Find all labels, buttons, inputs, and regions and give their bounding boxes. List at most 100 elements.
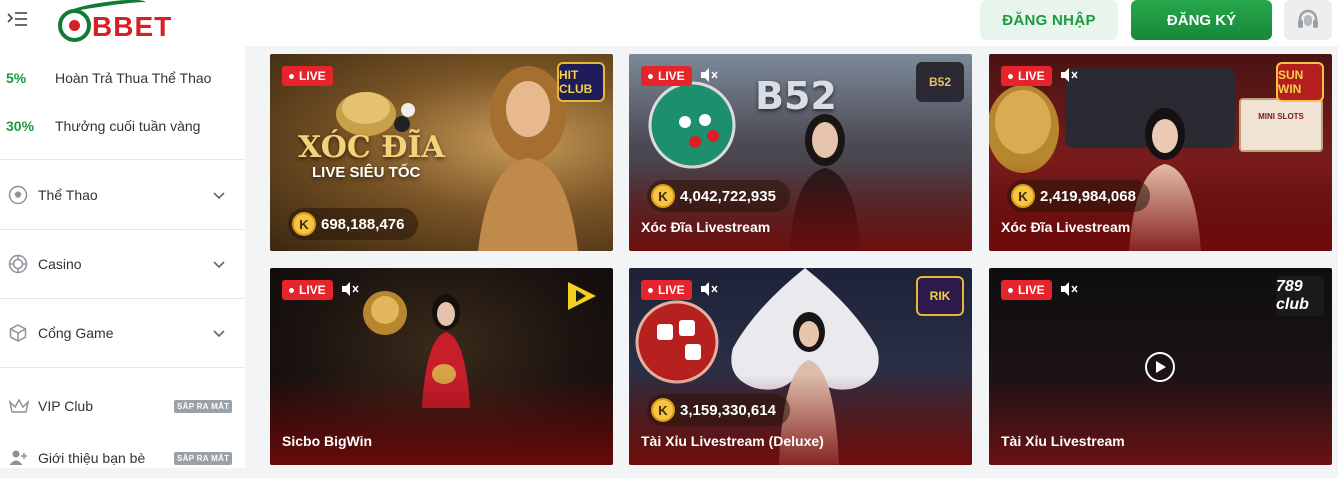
add-user-icon bbox=[9, 450, 27, 465]
sidebar-item-label: Cổng Game bbox=[38, 325, 114, 341]
divider bbox=[0, 229, 245, 230]
chevron-down-icon[interactable] bbox=[212, 257, 226, 271]
sidebar-item-label: Casino bbox=[38, 256, 82, 272]
mute-icon[interactable] bbox=[699, 65, 719, 85]
promo-percent: 5% bbox=[6, 70, 27, 86]
provider-logo: RIK bbox=[916, 276, 964, 316]
casino-chip-icon bbox=[8, 254, 28, 274]
logo-ball-icon bbox=[58, 9, 91, 42]
soccer-ball-icon bbox=[8, 185, 28, 205]
support-button[interactable] bbox=[1284, 0, 1332, 40]
provider-logo: 789 club bbox=[1276, 276, 1324, 316]
card-title: Tài Xỉu Livestream (Deluxe) bbox=[641, 433, 824, 449]
live-label: LIVE bbox=[1018, 283, 1045, 297]
live-badge: LIVE bbox=[641, 66, 692, 86]
login-button[interactable]: ĐĂNG NHẬP bbox=[980, 0, 1118, 40]
game-card-sunwin-xoc-dia[interactable]: MINI SLOTS SUN WIN LIVE K 2,419,984,068 … bbox=[989, 54, 1332, 251]
logo[interactable]: BBET bbox=[56, 0, 178, 44]
jackpot-value: 3,159,330,614 bbox=[680, 401, 776, 419]
jackpot-counter: K 698,188,476 bbox=[288, 208, 419, 240]
coming-soon-badge: SẮP RA MẮT bbox=[174, 399, 233, 413]
k-coin-icon: K bbox=[651, 184, 675, 208]
game-card-sicbo-bigwin[interactable]: LIVE Sicbo BigWin bbox=[270, 268, 613, 465]
sidebar-item-label: VIP Club bbox=[38, 398, 93, 414]
sidebar: 5% Hoàn Trả Thua Thể Thao 30% Thưởng cuố… bbox=[0, 46, 245, 468]
card-art-title: XÓC ĐĨA bbox=[298, 130, 445, 165]
live-label: LIVE bbox=[299, 283, 326, 297]
live-dot-icon bbox=[1008, 287, 1013, 293]
promo-label: Thưởng cuối tuần vàng bbox=[55, 118, 201, 134]
card-title: Tài Xỉu Livestream bbox=[1001, 433, 1125, 449]
promo-percent: 30% bbox=[6, 118, 35, 134]
mute-icon[interactable] bbox=[1059, 279, 1079, 299]
live-dot-icon bbox=[648, 287, 653, 293]
live-dot-icon bbox=[289, 73, 294, 79]
card-title: Xóc Đĩa Livestream bbox=[1001, 219, 1131, 235]
live-badge: LIVE bbox=[282, 280, 333, 300]
jackpot-value: 4,042,722,935 bbox=[680, 187, 776, 205]
mute-icon[interactable] bbox=[699, 279, 719, 299]
play-triangle-icon bbox=[1156, 361, 1166, 373]
dice-plate-icon bbox=[635, 300, 719, 384]
live-badge: LIVE bbox=[1001, 280, 1052, 300]
sidebar-item-label: Thể Thao bbox=[38, 187, 98, 203]
jackpot-value: 698,188,476 bbox=[321, 215, 405, 233]
chevron-down-icon[interactable] bbox=[212, 188, 226, 202]
jackpot-counter: K 2,419,984,068 bbox=[1007, 180, 1150, 212]
game-card-b52-xoc-dia[interactable]: B52 B52 LIVE K 4,042,722,935 Xóc Đĩa Liv… bbox=[629, 54, 972, 251]
game-card-tai-xiu-deluxe[interactable]: RIK LIVE K 3,159,330,614 Tài Xỉu Livestr… bbox=[629, 268, 972, 465]
mini-slots-panel: MINI SLOTS bbox=[1239, 98, 1323, 152]
live-label: LIVE bbox=[299, 69, 326, 83]
sidebar-item-refer-friend[interactable]: Giới thiệu bạn bè SẮP RA MẮT bbox=[0, 438, 245, 478]
headset-icon bbox=[1298, 9, 1318, 28]
promo-item-weekend-bonus[interactable]: 30% Thưởng cuối tuần vàng bbox=[0, 108, 245, 144]
cube-icon bbox=[9, 324, 27, 342]
sidebar-item-label: Giới thiệu bạn bè bbox=[38, 450, 146, 466]
jackpot-value: 2,419,984,068 bbox=[1040, 187, 1136, 205]
game-card-xoc-dia-sieu-toc[interactable]: XÓC ĐĨA LIVE SIÊU TỐC HIT CLUB LIVE K 69… bbox=[270, 54, 613, 251]
provider-logo: HIT CLUB bbox=[557, 62, 605, 102]
live-dot-icon bbox=[1008, 73, 1013, 79]
chevron-down-icon[interactable] bbox=[212, 326, 226, 340]
card-art-subtitle: LIVE SIÊU TỐC bbox=[312, 164, 421, 181]
provider-logo-icon bbox=[568, 282, 596, 310]
live-badge: LIVE bbox=[282, 66, 333, 86]
logo-text: BBET bbox=[92, 11, 173, 42]
k-coin-icon: K bbox=[651, 398, 675, 422]
live-badge: LIVE bbox=[641, 280, 692, 300]
live-dot-icon bbox=[648, 73, 653, 79]
sicbo-bowl-icon bbox=[363, 291, 407, 335]
live-dot-icon bbox=[289, 287, 294, 293]
play-icon[interactable] bbox=[1145, 352, 1175, 382]
game-card-tai-xiu-livestream[interactable]: 789 club LIVE Tài Xỉu Livestream bbox=[989, 268, 1332, 465]
divider bbox=[0, 298, 245, 299]
k-coin-icon: K bbox=[1011, 184, 1035, 208]
sidebar-item-vip-club[interactable]: VIP Club SẮP RA MẮT bbox=[0, 386, 245, 426]
card-title: Xóc Đĩa Livestream bbox=[641, 219, 771, 235]
provider-logo: B52 bbox=[916, 62, 964, 102]
menu-collapse-icon[interactable] bbox=[6, 8, 30, 30]
register-button[interactable]: ĐĂNG KÝ bbox=[1131, 0, 1272, 40]
provider-logo: SUN WIN bbox=[1276, 62, 1324, 102]
crown-icon bbox=[8, 398, 30, 413]
coming-soon-badge: SẮP RA MẮT bbox=[174, 451, 233, 465]
jackpot-counter: K 3,159,330,614 bbox=[647, 394, 790, 426]
sidebar-item-sports[interactable]: Thể Thao bbox=[0, 175, 245, 215]
sidebar-item-casino[interactable]: Casino bbox=[0, 244, 245, 284]
jackpot-counter: K 4,042,722,935 bbox=[647, 180, 790, 212]
sidebar-item-game-portal[interactable]: Cổng Game bbox=[0, 313, 245, 353]
card-title: Sicbo BigWin bbox=[282, 433, 373, 449]
xoc-dia-plate-icon bbox=[648, 81, 736, 169]
live-label: LIVE bbox=[658, 69, 685, 83]
mute-icon[interactable] bbox=[1059, 65, 1079, 85]
mute-icon[interactable] bbox=[340, 279, 360, 299]
k-coin-icon: K bbox=[292, 212, 316, 236]
card-shade bbox=[270, 375, 613, 465]
divider bbox=[0, 367, 245, 368]
live-label: LIVE bbox=[658, 283, 685, 297]
promo-label: Hoàn Trả Thua Thể Thao bbox=[55, 70, 212, 86]
live-badge: LIVE bbox=[1001, 66, 1052, 86]
divider bbox=[0, 159, 245, 160]
promo-item-sport-rebate[interactable]: 5% Hoàn Trả Thua Thể Thao bbox=[0, 60, 245, 96]
live-label: LIVE bbox=[1018, 69, 1045, 83]
